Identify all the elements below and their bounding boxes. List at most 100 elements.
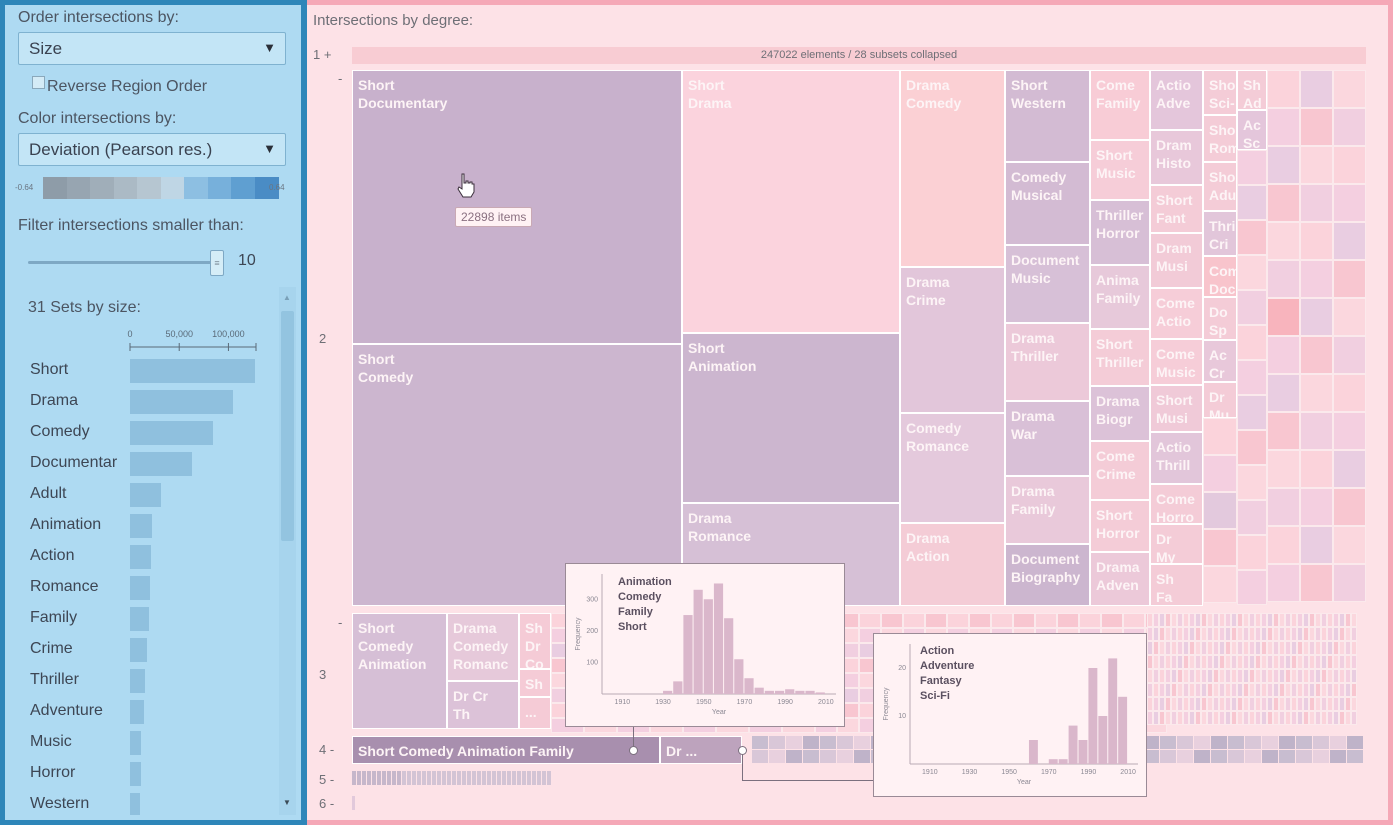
intersection-cell-small[interactable] bbox=[1333, 412, 1366, 450]
degree-6-toggle[interactable]: 6 - bbox=[319, 796, 334, 811]
intersection-cell-small[interactable] bbox=[925, 613, 947, 628]
degree-4-toggle[interactable]: 4 - bbox=[319, 742, 334, 757]
degree-1-collapsed-bar[interactable]: 247022 elements / 28 subsets collapsed bbox=[352, 47, 1366, 64]
intersection-cell[interactable]: Sh Fa bbox=[1150, 564, 1203, 606]
intersection-cell[interactable]: Come Horro bbox=[1150, 484, 1203, 524]
intersection-cell[interactable]: Drama Comedy bbox=[900, 70, 1005, 267]
intersection-cell-small[interactable] bbox=[1330, 736, 1346, 749]
set-row[interactable]: Crime bbox=[18, 634, 283, 665]
intersection-cell-small[interactable] bbox=[1333, 488, 1366, 526]
popup-anchor-dot[interactable] bbox=[629, 746, 638, 755]
set-row[interactable]: Comedy bbox=[18, 417, 283, 448]
intersection-cell-small[interactable] bbox=[362, 771, 366, 785]
set-row[interactable]: Family bbox=[18, 603, 283, 634]
set-size-bar[interactable] bbox=[130, 700, 144, 724]
intersection-cell[interactable]: Sh bbox=[519, 669, 551, 697]
intersection-cell-small[interactable] bbox=[1351, 669, 1357, 683]
intersection-cell[interactable]: Thriller Horror bbox=[1090, 200, 1150, 265]
intersection-cell[interactable]: Thri Cri bbox=[1203, 211, 1237, 256]
intersection-cell-small[interactable] bbox=[532, 771, 536, 785]
set-row[interactable]: Animation bbox=[18, 510, 283, 541]
intersection-cell-small[interactable] bbox=[820, 736, 836, 749]
intersection-cell-small[interactable] bbox=[1160, 750, 1176, 763]
intersection-cell-small[interactable] bbox=[472, 771, 476, 785]
intersection-cell-small[interactable] bbox=[422, 771, 426, 785]
intersection-cell-small[interactable] bbox=[1237, 535, 1267, 570]
intersection-cell-small[interactable] bbox=[1267, 184, 1300, 222]
intersection-cell-small[interactable] bbox=[1237, 150, 1267, 185]
degree-2-collapse[interactable]: - bbox=[338, 71, 342, 86]
intersection-cell-small[interactable] bbox=[1330, 750, 1346, 763]
intersection-cell-small[interactable] bbox=[1237, 360, 1267, 395]
intersection-cell-small[interactable] bbox=[1333, 260, 1366, 298]
intersection-cell-small[interactable] bbox=[1267, 374, 1300, 412]
intersection-cell-small[interactable] bbox=[1267, 564, 1300, 602]
intersection-cell-small[interactable] bbox=[457, 771, 461, 785]
intersection-cell-small[interactable] bbox=[1177, 736, 1193, 749]
intersection-cell-small[interactable] bbox=[527, 771, 531, 785]
intersection-cell-small[interactable] bbox=[1203, 566, 1237, 603]
intersection-cell-small[interactable] bbox=[1237, 500, 1267, 535]
intersection-cell-small[interactable] bbox=[1351, 697, 1357, 711]
intersection-cell-small[interactable] bbox=[1237, 290, 1267, 325]
intersection-cell[interactable]: Com Doc bbox=[1203, 256, 1237, 297]
intersection-cell-small[interactable] bbox=[1245, 750, 1261, 763]
intersection-cell-small[interactable] bbox=[803, 736, 819, 749]
intersection-cell-small[interactable] bbox=[492, 771, 496, 785]
intersection-cell-small[interactable] bbox=[1228, 750, 1244, 763]
intersection-cell-small[interactable] bbox=[1300, 146, 1333, 184]
intersection-cell-small[interactable] bbox=[352, 796, 355, 810]
set-size-bar[interactable] bbox=[130, 421, 213, 445]
set-size-bar[interactable] bbox=[130, 731, 141, 755]
intersection-cell-small[interactable] bbox=[1194, 750, 1210, 763]
intersection-cell-small[interactable] bbox=[1351, 683, 1357, 697]
set-size-bar[interactable] bbox=[130, 669, 145, 693]
intersection-cell-small[interactable] bbox=[1203, 492, 1237, 529]
set-row[interactable]: Drama bbox=[18, 386, 283, 417]
intersection-cell-small[interactable] bbox=[769, 736, 785, 749]
intersection-cell[interactable]: Come Family bbox=[1090, 70, 1150, 140]
intersection-cell-small[interactable] bbox=[352, 771, 356, 785]
intersection-cell-small[interactable] bbox=[1203, 529, 1237, 566]
intersection-cell-small[interactable] bbox=[1300, 298, 1333, 336]
intersection-cell[interactable]: Shor Rom bbox=[1203, 115, 1237, 162]
intersection-cell-small[interactable] bbox=[1203, 455, 1237, 492]
intersection-cell-small[interactable] bbox=[769, 750, 785, 763]
intersection-cell-small[interactable] bbox=[542, 771, 546, 785]
intersection-cell-small[interactable] bbox=[1267, 70, 1300, 108]
intersection-cell-small[interactable] bbox=[1351, 655, 1357, 669]
set-row[interactable]: Western bbox=[18, 789, 283, 815]
intersection-cell[interactable]: Do Sp bbox=[1203, 297, 1237, 340]
intersection-cell-small[interactable] bbox=[1237, 465, 1267, 500]
set-size-bar[interactable] bbox=[130, 514, 152, 538]
intersection-cell-small[interactable] bbox=[854, 736, 870, 749]
intersection-cell-small[interactable] bbox=[1351, 641, 1357, 655]
set-size-bar[interactable] bbox=[130, 793, 140, 815]
intersection-cell-small[interactable] bbox=[1333, 184, 1366, 222]
intersection-cell-small[interactable] bbox=[407, 771, 411, 785]
intersection-cell[interactable]: Ac Sc bbox=[1237, 110, 1267, 150]
intersection-cell[interactable]: Short Drama bbox=[682, 70, 900, 333]
intersection-cell-small[interactable] bbox=[1300, 564, 1333, 602]
intersection-cell-small[interactable] bbox=[1245, 736, 1261, 749]
intersection-cell-small[interactable] bbox=[357, 771, 361, 785]
intersection-cell-small[interactable] bbox=[1300, 412, 1333, 450]
intersection-cell-small[interactable] bbox=[837, 736, 853, 749]
intersection-cell-small[interactable] bbox=[837, 750, 853, 763]
intersection-cell[interactable]: Actio Adve bbox=[1150, 70, 1203, 130]
set-row[interactable]: Adventure bbox=[18, 696, 283, 727]
set-row[interactable]: Horror bbox=[18, 758, 283, 789]
intersection-cell-small[interactable] bbox=[1237, 570, 1267, 605]
intersection-cell-small[interactable] bbox=[1351, 627, 1357, 641]
intersection-cell-small[interactable] bbox=[1333, 374, 1366, 412]
set-size-bar[interactable] bbox=[130, 390, 234, 414]
intersection-cell-small[interactable] bbox=[1300, 70, 1333, 108]
set-row[interactable]: Short bbox=[18, 355, 283, 386]
intersection-cell[interactable]: Short Fant bbox=[1150, 185, 1203, 233]
intersection-cell[interactable]: Drama War bbox=[1005, 401, 1090, 476]
set-row[interactable]: Music bbox=[18, 727, 283, 758]
degree-3-collapse[interactable]: - bbox=[338, 615, 342, 630]
intersection-cell[interactable]: ... bbox=[519, 697, 551, 729]
intersection-cell-small[interactable] bbox=[752, 750, 768, 763]
intersection-cell-small[interactable] bbox=[402, 771, 406, 785]
